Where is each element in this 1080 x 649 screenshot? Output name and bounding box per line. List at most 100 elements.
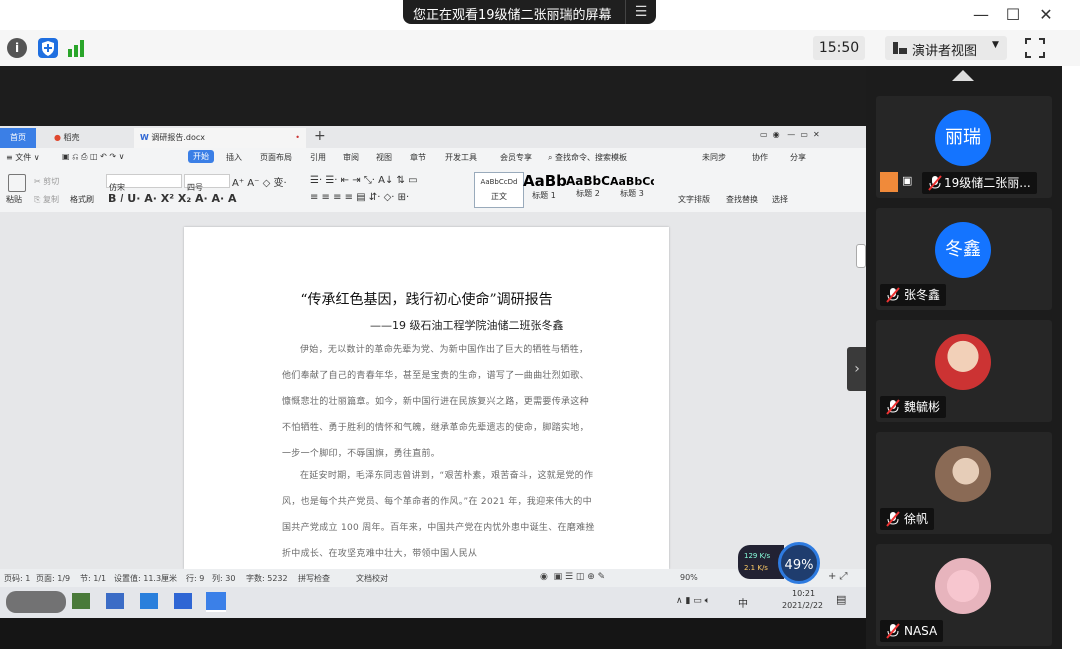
new-tab-button[interactable]: + bbox=[314, 128, 326, 144]
taskbar-app-icon[interactable] bbox=[72, 593, 90, 609]
presenter-view-dropdown[interactable]: 演讲者视图 ▼ bbox=[885, 36, 1007, 60]
paste-label: 粘贴 bbox=[6, 195, 22, 204]
signal-icon[interactable] bbox=[67, 39, 87, 57]
style-name: 标题 3 bbox=[620, 189, 644, 198]
participant-name: 张冬鑫 bbox=[880, 284, 947, 306]
menu-start[interactable]: 开始 bbox=[188, 150, 214, 163]
participant-tile[interactable]: 丽瑞 ▣ 19级储二张丽... bbox=[876, 96, 1052, 198]
window-controls-icon[interactable]: ▭ ◉ — ▭ ✕ bbox=[760, 130, 820, 139]
menu-insert[interactable]: 插入 bbox=[226, 152, 242, 163]
text-format-icons[interactable]: B I U· A· X² X₂ A· A· A bbox=[108, 192, 237, 205]
status-row: 行: 9 bbox=[186, 574, 205, 583]
align-controls-icon[interactable]: ≡ ≡ ≡ ≡ ▤ ⇵· ◇· ⊞· bbox=[310, 192, 409, 203]
menu-review[interactable]: 审阅 bbox=[343, 152, 359, 163]
mic-muted-icon bbox=[886, 623, 900, 639]
participant-tile[interactable]: 冬鑫 张冬鑫 bbox=[876, 208, 1052, 310]
memory-usage-gauge[interactable]: 49% bbox=[778, 542, 820, 584]
spell-check-toggle[interactable]: 拼写检查 bbox=[298, 573, 330, 584]
status-col: 列: 30 bbox=[212, 574, 236, 583]
ime-indicator[interactable]: 中 bbox=[738, 595, 748, 610]
style-sample: AaBbCc bbox=[610, 175, 654, 188]
font-size-select[interactable]: 四号 bbox=[184, 174, 230, 192]
wps-tab-bar: 首页 ● 稻壳 W 调研报告.docx • + ▭ ◉ — ▭ ✕ bbox=[0, 126, 866, 148]
taskbar-wps-icon[interactable] bbox=[206, 592, 226, 612]
format-painter-label[interactable]: 格式刷 bbox=[70, 194, 94, 205]
style-name: 正文 bbox=[491, 192, 507, 201]
avatar-photo bbox=[935, 446, 991, 502]
meeting-toolbar: i 15:50 演讲者视图 ▼ bbox=[0, 30, 1080, 67]
menu-file[interactable]: ≡ 文件 ∨ bbox=[6, 152, 40, 163]
share-button[interactable]: 分享 bbox=[790, 152, 806, 163]
font-size-value: 四号 bbox=[187, 183, 203, 192]
chevron-down-icon: ▼ bbox=[992, 40, 999, 50]
chat-overlay-icon[interactable] bbox=[6, 591, 66, 613]
zoom-controls-icon[interactable]: + ⤢ bbox=[828, 571, 848, 582]
tab-home[interactable]: 首页 bbox=[0, 128, 36, 148]
minimize-button[interactable]: — bbox=[966, 4, 996, 26]
doc-proofread-toggle[interactable]: 文档校对 bbox=[356, 573, 388, 584]
participant-tile[interactable]: 徐帆 bbox=[876, 432, 1052, 534]
shield-icon[interactable] bbox=[38, 38, 58, 58]
participant-tile[interactable]: 魏毓彬 bbox=[876, 320, 1052, 422]
taskbar-app-icon[interactable] bbox=[174, 593, 192, 609]
fullscreen-icon[interactable] bbox=[1024, 37, 1046, 59]
tray-icons[interactable]: ∧ ▮ ▭ 🔈︎ bbox=[676, 596, 710, 606]
text-layout-button[interactable]: 文字排版 bbox=[678, 194, 710, 205]
menu-dev-tools[interactable]: 开发工具 bbox=[445, 152, 477, 163]
menu-view[interactable]: 视图 bbox=[376, 152, 392, 163]
menu-layout[interactable]: 页面布局 bbox=[260, 152, 292, 163]
collaborate-button[interactable]: 协作 bbox=[752, 152, 768, 163]
info-icon[interactable]: i bbox=[7, 38, 27, 58]
meeting-time: 15:50 bbox=[813, 36, 865, 60]
font-family-select[interactable]: 仿宋 bbox=[106, 174, 182, 192]
paste-icon[interactable] bbox=[8, 174, 26, 192]
avatar-photo bbox=[935, 558, 991, 614]
search-command-label: 查找命令、搜索模板 bbox=[555, 153, 628, 162]
search-command-field[interactable]: ⌕ 查找命令、搜索模板 bbox=[548, 152, 627, 163]
sync-status[interactable]: 未同步 bbox=[702, 152, 726, 163]
list-controls-icon[interactable]: ☰· ☰· ⇤ ⇥ ⤡· A↓ ⇅ ▭ bbox=[310, 175, 418, 186]
participant-name-text: NASA bbox=[904, 624, 938, 638]
collapse-panel-button[interactable]: › bbox=[847, 347, 867, 391]
menu-section[interactable]: 章节 bbox=[410, 152, 426, 163]
find-replace-button[interactable]: 查找替换 bbox=[726, 194, 758, 205]
maximize-button[interactable]: ☐ bbox=[998, 4, 1028, 26]
close-button[interactable]: ✕ bbox=[1031, 4, 1061, 26]
style-sample: AaBbC bbox=[566, 174, 610, 188]
taskbar-app-icon[interactable] bbox=[140, 593, 158, 609]
screen-share-banner: 您正在观看19级储二张丽瑞的屏幕 ☰ bbox=[403, 0, 656, 24]
cut-button[interactable]: ✂ 剪切 bbox=[34, 176, 59, 187]
copy-button[interactable]: ⎘ 复制 bbox=[34, 194, 59, 205]
quick-tools-icon[interactable]: ▣ ⎌ ⎙ ◫ ↶ ↷ ∨ bbox=[62, 152, 124, 162]
document-page[interactable]: “传承红色基因，践行初心使命”调研报告 ——19 级石油工程学院油储二班张冬鑫 … bbox=[184, 227, 669, 569]
style-sample: AaBb bbox=[523, 172, 567, 190]
tab-document[interactable]: W 调研报告.docx • bbox=[134, 128, 306, 148]
mic-muted-icon bbox=[886, 399, 900, 415]
style-name: 标题 2 bbox=[576, 189, 600, 198]
shared-screen-footer bbox=[0, 618, 866, 649]
windows-taskbar: ∧ ▮ ▭ 🔈︎ 中 10:21 2021/2/22 ▤ bbox=[0, 587, 866, 618]
mic-muted-icon bbox=[928, 175, 942, 191]
zoom-level[interactable]: 90% bbox=[680, 573, 698, 582]
menu-member[interactable]: 会员专享 bbox=[500, 152, 532, 163]
scroll-up-icon[interactable] bbox=[952, 70, 974, 81]
font-size-controls-icon[interactable]: A⁺ A⁻ ◇ 变· bbox=[232, 174, 287, 189]
select-button[interactable]: 选择 bbox=[772, 194, 788, 205]
view-mode-icons[interactable]: ◉ ▣ ☰ ◫ ⊕ ✎ bbox=[540, 572, 605, 582]
document-scrollbar[interactable] bbox=[856, 244, 866, 268]
share-menu-icon[interactable]: ☰ bbox=[625, 0, 656, 24]
notification-icon[interactable]: ▤ bbox=[836, 593, 846, 606]
style-heading-2[interactable]: AaBbC 标题 2 bbox=[566, 172, 610, 206]
participant-name-text: 19级储二张丽... bbox=[944, 176, 1031, 190]
taskbar-app-icon[interactable] bbox=[106, 593, 124, 609]
tab-docer[interactable]: ● 稻壳 bbox=[48, 128, 86, 148]
copy-label: 复制 bbox=[42, 195, 59, 204]
status-page: 页码: 1 bbox=[4, 574, 31, 583]
style-heading-3[interactable]: AaBbCc 标题 3 bbox=[610, 172, 654, 206]
style-normal[interactable]: AaBbCcDd 正文 bbox=[474, 172, 524, 208]
menu-references[interactable]: 引用 bbox=[310, 152, 326, 163]
style-sample: AaBbCcDd bbox=[480, 178, 518, 186]
tab-document-label: 调研报告.docx bbox=[151, 133, 206, 142]
style-heading-1[interactable]: AaBb 标题 1 bbox=[522, 172, 567, 206]
participant-tile[interactable]: NASA bbox=[876, 544, 1052, 646]
